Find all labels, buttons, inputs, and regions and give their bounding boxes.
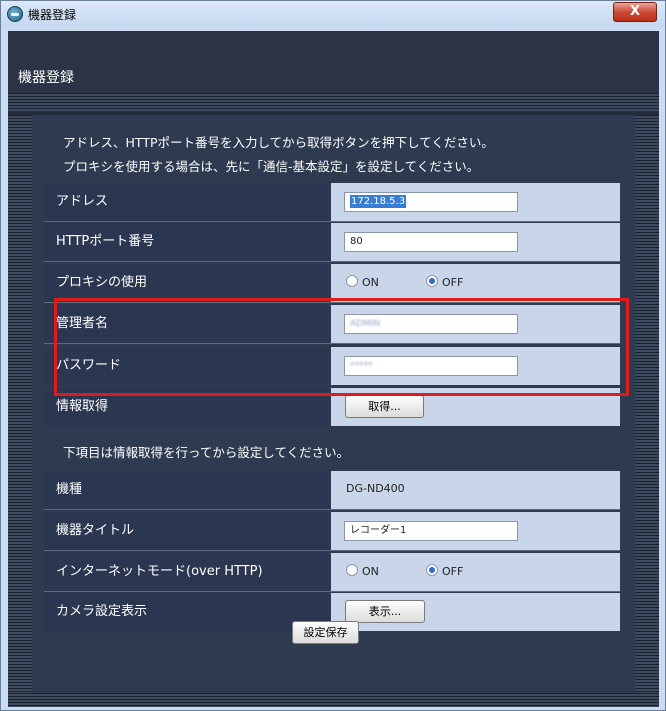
proxy-off-radio[interactable]: OFF xyxy=(426,275,463,289)
decorative-stripes-bottom xyxy=(8,693,659,707)
address-input[interactable]: 172.18.5.3 xyxy=(344,192,518,212)
password-input[interactable]: ***** xyxy=(344,356,518,376)
internet-mode-on-label: ON xyxy=(362,565,379,578)
model-value-cell: DG-ND400 xyxy=(331,471,620,509)
title-bar: 機器登録 X xyxy=(1,1,665,27)
address-value-cell: 172.18.5.3 xyxy=(331,183,620,221)
radio-selected-icon xyxy=(426,564,438,576)
admin-name-input[interactable]: ADMIN xyxy=(344,314,518,334)
proxy-value-cell: ON OFF xyxy=(331,264,620,302)
password-row: パスワード ***** xyxy=(44,347,620,385)
info-fetch-label: 情報取得 xyxy=(44,388,329,426)
internet-mode-on-radio[interactable]: ON xyxy=(346,564,379,578)
radio-selected-icon xyxy=(426,275,438,287)
device-title-row: 機器タイトル レコーダー1 xyxy=(44,512,620,551)
show-camera-settings-button[interactable]: 表示... xyxy=(345,600,425,623)
internet-mode-label: インターネットモード(over HTTP) xyxy=(44,553,329,591)
proxy-off-label: OFF xyxy=(442,276,464,289)
proxy-row: プロキシの使用 ON OFF xyxy=(44,264,620,303)
window-title: 機器登録 xyxy=(28,8,77,22)
instruction-line-2: プロキシを使用する場合は、先に「通信-基本設定」を設定してください。 xyxy=(63,159,480,174)
camera-settings-value-cell: 表示... xyxy=(331,593,620,631)
info-fetch-row: 情報取得 取得... xyxy=(44,388,620,426)
camera-settings-label: カメラ設定表示 xyxy=(44,593,329,631)
decorative-stripes-top xyxy=(8,93,659,111)
internet-mode-value-cell: ON OFF xyxy=(331,553,620,591)
instruction-line-1: アドレス、HTTPポート番号を入力してから取得ボタンを押下してください。 xyxy=(63,135,494,150)
address-label: アドレス xyxy=(44,183,329,221)
decorative-stripes-left xyxy=(8,115,32,693)
http-port-label: HTTPポート番号 xyxy=(44,223,329,261)
model-label: 機種 xyxy=(44,471,329,509)
proxy-on-label: ON xyxy=(362,276,379,289)
save-settings-button[interactable]: 設定保存 xyxy=(292,621,359,644)
address-row: アドレス 172.18.5.3 xyxy=(44,183,620,222)
http-port-row: HTTPポート番号 80 xyxy=(44,223,620,262)
device-title-input[interactable]: レコーダー1 xyxy=(344,521,518,541)
page-header: 機器登録 xyxy=(8,31,659,93)
device-title-label: 機器タイトル xyxy=(44,512,329,550)
instruction-line-3: 下項目は情報取得を行ってから設定してください。 xyxy=(63,445,350,460)
password-value-cell: ***** xyxy=(331,347,620,385)
close-button[interactable]: X xyxy=(613,2,657,22)
fetch-button[interactable]: 取得... xyxy=(345,395,424,418)
radio-unselected-icon xyxy=(346,275,358,287)
internet-mode-row: インターネットモード(over HTTP) ON OFF xyxy=(44,553,620,592)
http-port-input[interactable]: 80 xyxy=(344,232,518,252)
internet-mode-off-radio[interactable]: OFF xyxy=(426,564,463,578)
password-label: パスワード xyxy=(44,347,329,385)
admin-name-value-cell: ADMIN xyxy=(331,305,620,343)
http-port-value-cell: 80 xyxy=(331,223,620,261)
model-row: 機種 DG-ND400 xyxy=(44,471,620,510)
password-text: ***** xyxy=(350,361,373,371)
info-fetch-value-cell: 取得... xyxy=(331,388,620,426)
address-input-text: 172.18.5.3 xyxy=(350,195,407,208)
decorative-stripes-right xyxy=(635,115,659,693)
internet-mode-off-label: OFF xyxy=(442,565,464,578)
admin-name-row: 管理者名 ADMIN xyxy=(44,305,620,344)
admin-name-text: ADMIN xyxy=(350,319,381,329)
proxy-on-radio[interactable]: ON xyxy=(346,275,379,289)
radio-unselected-icon xyxy=(346,564,358,576)
page-title: 機器登録 xyxy=(18,70,74,86)
proxy-label: プロキシの使用 xyxy=(44,264,329,302)
admin-name-label: 管理者名 xyxy=(44,305,329,343)
app-camera-icon xyxy=(7,6,23,22)
model-value: DG-ND400 xyxy=(346,482,405,495)
device-title-value-cell: レコーダー1 xyxy=(331,512,620,550)
dialog-window: 機器登録 X 機器登録 アドレス、HTTPポート番号を入力してから取得ボタンを押… xyxy=(0,0,666,711)
